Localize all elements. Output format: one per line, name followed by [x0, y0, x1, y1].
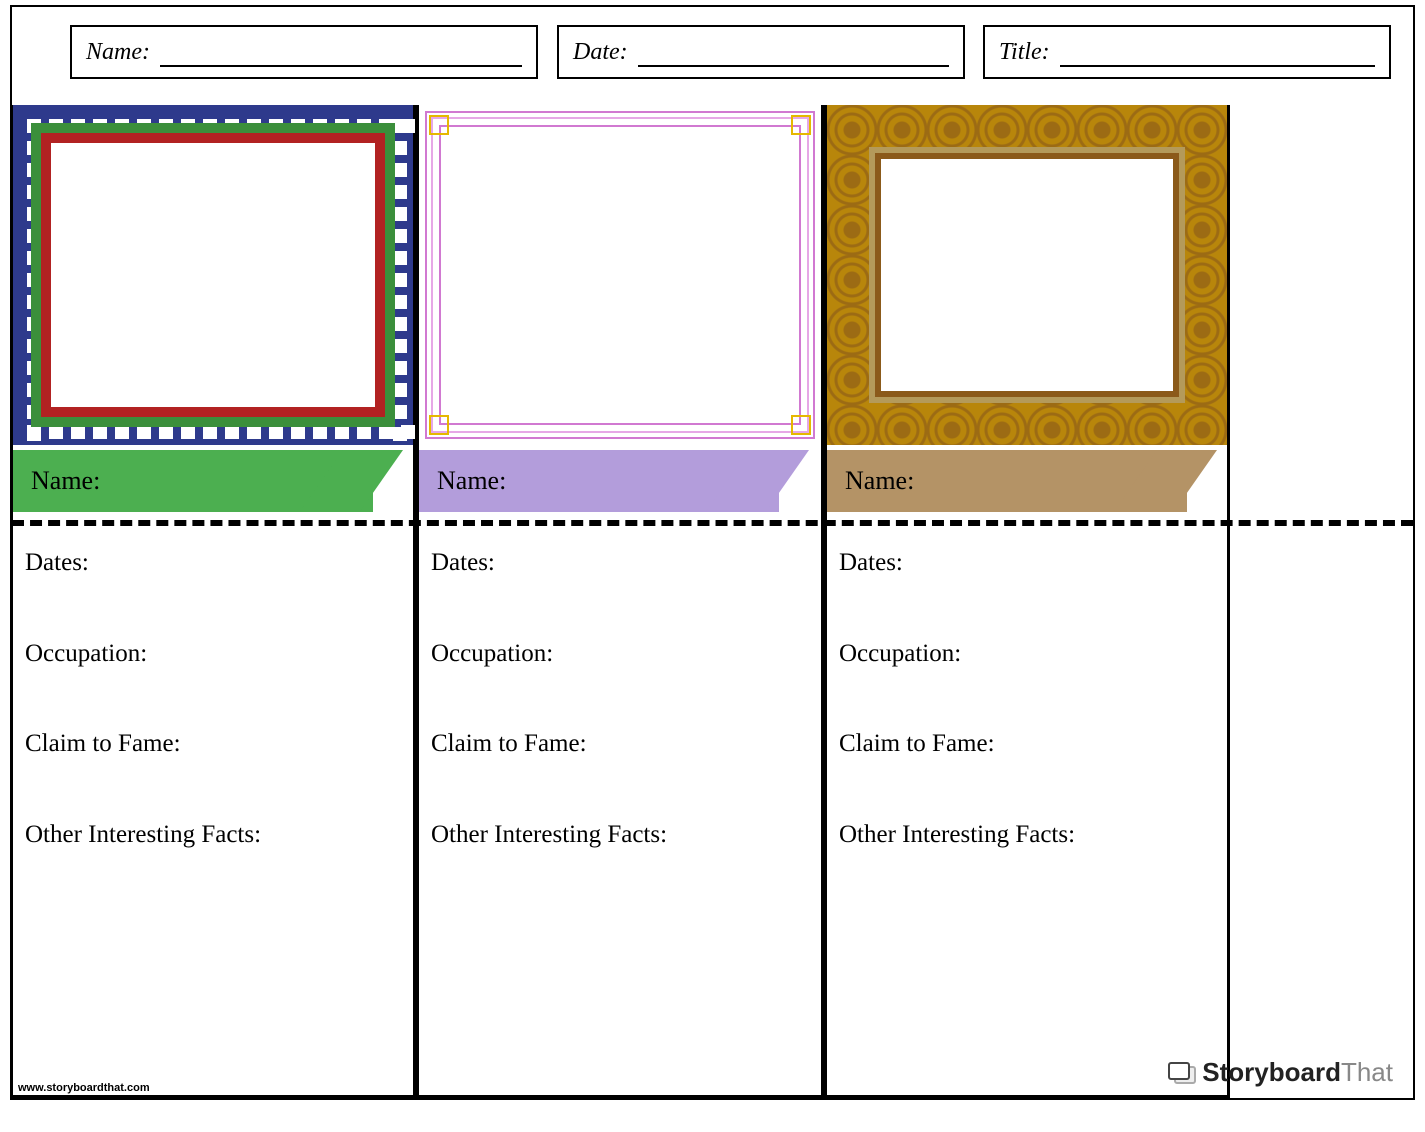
dashed-divider [12, 520, 1413, 526]
occupation-label-1: Occupation: [25, 638, 401, 671]
frame-2 [419, 105, 821, 445]
footer-url: www.storyboardthat.com [18, 1082, 150, 1094]
column-2: Name: Dates: Occupation: Claim to Fame: … [416, 105, 824, 1098]
facts-label-2: Other Interesting Facts: [431, 819, 809, 852]
worksheet-page: Name: Date: Title: Name: Dates: Occupati… [10, 5, 1415, 1100]
name-banner-3[interactable]: Name: [827, 450, 1187, 512]
column-1: Name: Dates: Occupation: Claim to Fame: … [10, 105, 416, 1098]
occupation-label-3: Occupation: [839, 638, 1215, 671]
header-date-box[interactable]: Date: [557, 25, 965, 79]
header-name-line [160, 37, 522, 67]
dates-label-2: Dates: [431, 547, 809, 580]
name-banner-1-label: Name: [31, 466, 100, 496]
name-banner-2-label: Name: [437, 466, 506, 496]
header-name-box[interactable]: Name: [70, 25, 538, 79]
header-date-line [638, 37, 949, 67]
dates-label-3: Dates: [839, 547, 1215, 580]
footer-logo: StoryboardThat [1168, 1057, 1393, 1088]
claim-label-2: Claim to Fame: [431, 728, 809, 761]
header-title-box[interactable]: Title: [983, 25, 1391, 79]
footer-brand-bold: Storyboard [1202, 1057, 1341, 1087]
name-banner-2[interactable]: Name: [419, 450, 779, 512]
name-banner-1[interactable]: Name: [13, 450, 373, 512]
footer-brand-light: That [1341, 1057, 1393, 1087]
facts-label-1: Other Interesting Facts: [25, 819, 401, 852]
dates-label-1: Dates: [25, 547, 401, 580]
speech-bubble-icon [1168, 1062, 1196, 1084]
name-banner-3-label: Name: [845, 466, 914, 496]
header-date-label: Date: [573, 39, 628, 66]
column-3: Name: Dates: Occupation: Claim to Fame: … [824, 105, 1230, 1098]
frame-3 [827, 105, 1227, 445]
info-block-2: Dates: Occupation: Claim to Fame: Other … [431, 547, 809, 909]
occupation-label-2: Occupation: [431, 638, 809, 671]
header-name-label: Name: [86, 39, 150, 66]
frame-1 [13, 105, 413, 445]
header-title-label: Title: [999, 39, 1050, 66]
footer-brand: StoryboardThat [1202, 1057, 1393, 1088]
facts-label-3: Other Interesting Facts: [839, 819, 1215, 852]
info-block-3: Dates: Occupation: Claim to Fame: Other … [839, 547, 1215, 909]
claim-label-3: Claim to Fame: [839, 728, 1215, 761]
header-title-line [1060, 37, 1375, 67]
claim-label-1: Claim to Fame: [25, 728, 401, 761]
info-block-1: Dates: Occupation: Claim to Fame: Other … [25, 547, 401, 909]
